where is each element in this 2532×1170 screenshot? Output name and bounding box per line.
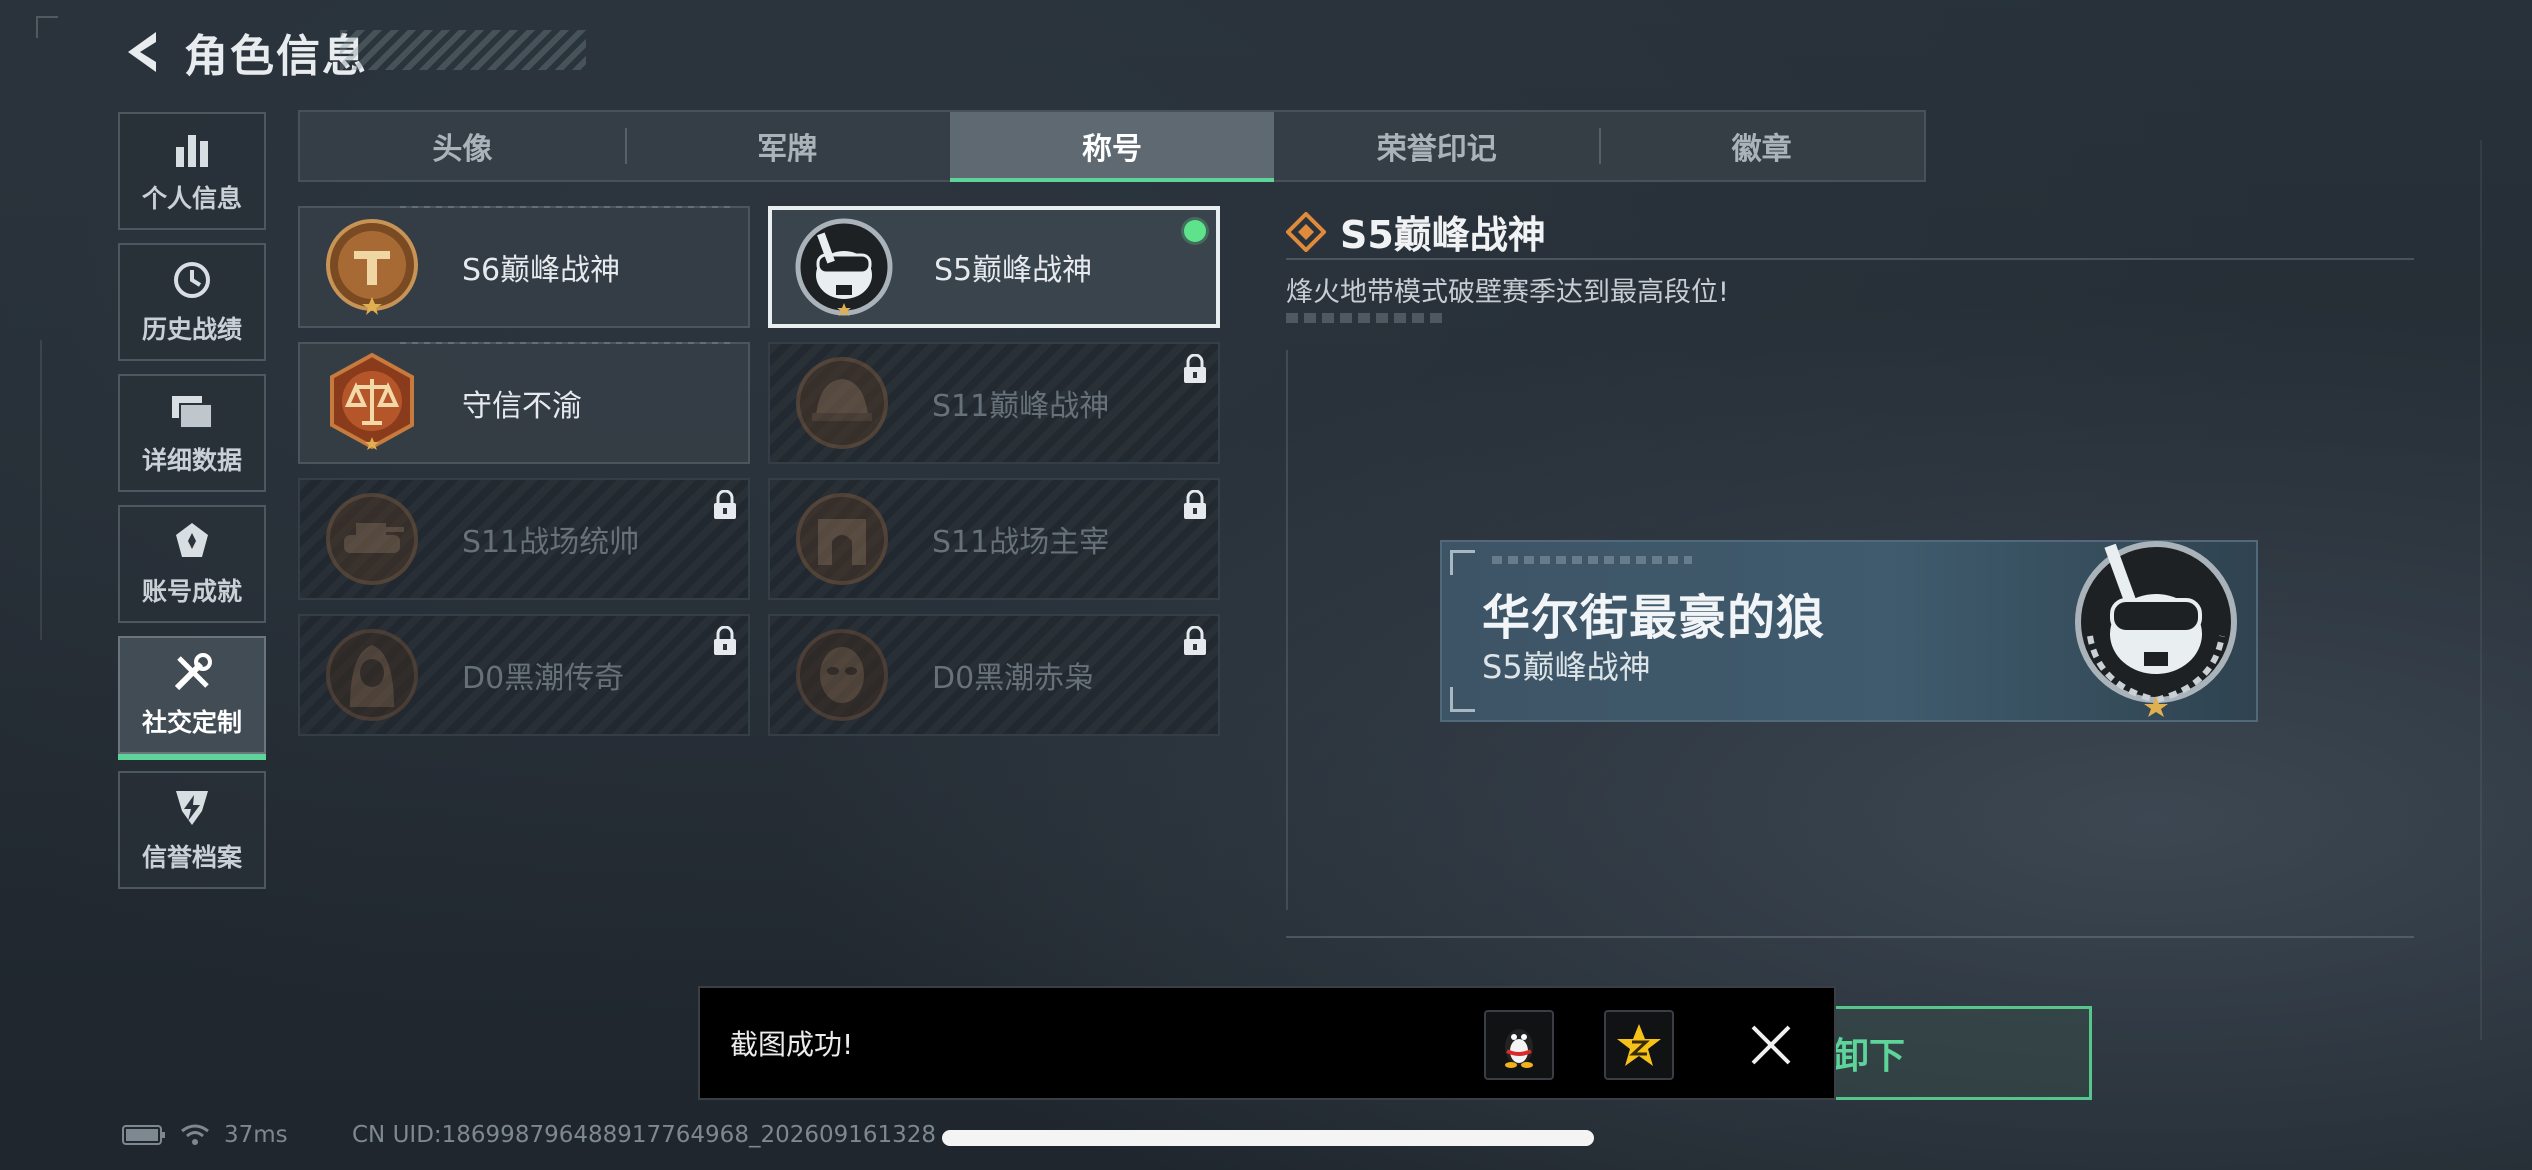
tank-badge-icon bbox=[326, 493, 418, 585]
skull-goggles-badge-icon bbox=[795, 218, 893, 316]
sidebar-item-label: 历史战绩 bbox=[141, 315, 242, 344]
lock-icon bbox=[1184, 354, 1206, 383]
page-header: 角色信息 bbox=[118, 22, 368, 82]
arch-badge-icon bbox=[796, 493, 888, 585]
preview-title: S5巅峰战神 bbox=[1482, 648, 1651, 686]
screenshot-toast: 截图成功! bbox=[698, 986, 1836, 1100]
ping-value: 37ms bbox=[224, 1122, 288, 1148]
detail-header: S5巅峰战神 bbox=[1286, 204, 1546, 259]
unequip-button-label: 卸下 bbox=[1833, 1036, 1906, 1077]
status-bar: 37ms bbox=[122, 1122, 288, 1148]
tab-dog-tag[interactable]: 军牌 bbox=[624, 112, 950, 180]
achievement-icon bbox=[168, 520, 216, 564]
scales-badge-icon bbox=[330, 352, 414, 450]
player-name: 华尔街最豪的狼 bbox=[1482, 590, 1826, 646]
tab-honor-mark[interactable]: 荣誉印记 bbox=[1274, 112, 1599, 180]
sidebar-item-label: 个人信息 bbox=[141, 184, 242, 213]
category-tabs: 头像 军牌 称号 荣誉印记 徽章 bbox=[298, 110, 1926, 182]
title-name: D0黑潮赤枭 bbox=[932, 661, 1095, 696]
clock-history-icon bbox=[168, 258, 216, 302]
detail-decor-text bbox=[1286, 313, 1446, 323]
sidebar-item-battle-history[interactable]: 历史战绩 bbox=[118, 243, 266, 361]
sidebar-item-reputation[interactable]: 信誉档案 bbox=[118, 771, 266, 889]
title-name: S11巅峰战神 bbox=[932, 389, 1110, 424]
hooded-figure-badge-icon bbox=[326, 629, 418, 721]
sidebar-item-achievements[interactable]: 账号成就 bbox=[118, 505, 266, 623]
title-name: S11战场统帅 bbox=[462, 525, 640, 560]
qzone-star-icon bbox=[1617, 1024, 1661, 1066]
card-decor-line bbox=[400, 342, 736, 344]
corner-mark bbox=[36, 16, 58, 38]
title-name: S11战场主宰 bbox=[932, 525, 1110, 560]
tab-title[interactable]: 称号 bbox=[949, 112, 1275, 182]
edge-mark bbox=[2480, 140, 2482, 1040]
card-decor-line bbox=[400, 206, 736, 208]
sidebar-item-personal-info[interactable]: 个人信息 bbox=[118, 112, 266, 230]
share-qq-button[interactable] bbox=[1484, 1010, 1554, 1080]
title-name: S6巅峰战神 bbox=[462, 253, 621, 288]
emblem-t-badge-icon bbox=[326, 219, 418, 315]
title-card-s11-peak[interactable]: S11巅峰战神 bbox=[768, 342, 1220, 464]
title-name: S5巅峰战神 bbox=[934, 253, 1093, 288]
title-card-trustworthy[interactable]: 守信不渝 bbox=[298, 342, 750, 464]
uid-text: CN UID:1869987964889177649​68_2026091613… bbox=[352, 1122, 937, 1148]
title-decoration bbox=[340, 30, 586, 70]
equipped-indicator bbox=[1184, 220, 1206, 242]
lock-icon bbox=[714, 626, 736, 655]
title-card-s5-peak[interactable]: S5巅峰战神 bbox=[768, 206, 1220, 328]
lock-icon bbox=[714, 490, 736, 519]
title-name: 守信不渝 bbox=[462, 389, 582, 424]
diamond-title-icon bbox=[1286, 211, 1326, 252]
back-arrow-icon bbox=[128, 32, 156, 72]
wifi-icon bbox=[181, 1124, 209, 1145]
bar-chart-icon bbox=[168, 127, 216, 171]
folder-icon bbox=[168, 389, 216, 433]
sidebar-item-detailed-data[interactable]: 详细数据 bbox=[118, 374, 266, 492]
tools-icon bbox=[168, 651, 216, 695]
title-card-d0-owl[interactable]: D0黑潮赤枭 bbox=[768, 614, 1220, 736]
title-card-s11-commander[interactable]: S11战场统帅 bbox=[298, 478, 750, 600]
share-qzone-button[interactable] bbox=[1604, 1010, 1674, 1080]
sidebar-item-label: 社交定制 bbox=[141, 708, 242, 737]
home-indicator[interactable] bbox=[942, 1130, 1594, 1146]
battery-icon bbox=[122, 1125, 165, 1145]
close-toast-button[interactable] bbox=[1742, 1016, 1800, 1074]
divider bbox=[1286, 936, 2414, 938]
title-card-s11-dominator[interactable]: S11战场主宰 bbox=[768, 478, 1220, 600]
sidebar-item-label: 详细数据 bbox=[141, 446, 242, 475]
title-card-s6-peak[interactable]: S6巅峰战神 bbox=[298, 206, 750, 328]
sidebar-item-label: 账号成就 bbox=[141, 577, 242, 606]
shield-lightning-icon bbox=[168, 786, 216, 830]
edge-mark bbox=[40, 340, 42, 640]
close-icon bbox=[1751, 1025, 1791, 1065]
qq-penguin-icon bbox=[1505, 1029, 1533, 1068]
detail-description: 烽火地带模式破壁赛季达到最高段位! bbox=[1286, 277, 1729, 308]
tab-avatar[interactable]: 头像 bbox=[300, 112, 625, 180]
helmet-badge-icon bbox=[796, 357, 888, 449]
skull-goggles-badge-icon bbox=[2075, 541, 2237, 717]
back-button[interactable] bbox=[118, 24, 166, 80]
divider bbox=[1286, 258, 2414, 260]
title-card-d0-legend[interactable]: D0黑潮传奇 bbox=[298, 614, 750, 736]
masked-face-badge-icon bbox=[796, 629, 888, 721]
lock-icon bbox=[1184, 490, 1206, 519]
toast-message: 截图成功! bbox=[730, 1028, 854, 1061]
title-name: D0黑潮传奇 bbox=[462, 661, 625, 696]
tab-badge[interactable]: 徽章 bbox=[1599, 112, 1924, 180]
detail-title: S5巅峰战神 bbox=[1340, 213, 1546, 257]
title-preview-plate: 华尔街最豪的狼 S5巅峰战神 bbox=[1440, 540, 2258, 722]
sidebar-item-label: 信誉档案 bbox=[141, 843, 242, 872]
plate-decor-line bbox=[1492, 556, 1692, 564]
sidebar-item-social-custom[interactable]: 社交定制 bbox=[118, 636, 266, 760]
lock-icon bbox=[1184, 626, 1206, 655]
